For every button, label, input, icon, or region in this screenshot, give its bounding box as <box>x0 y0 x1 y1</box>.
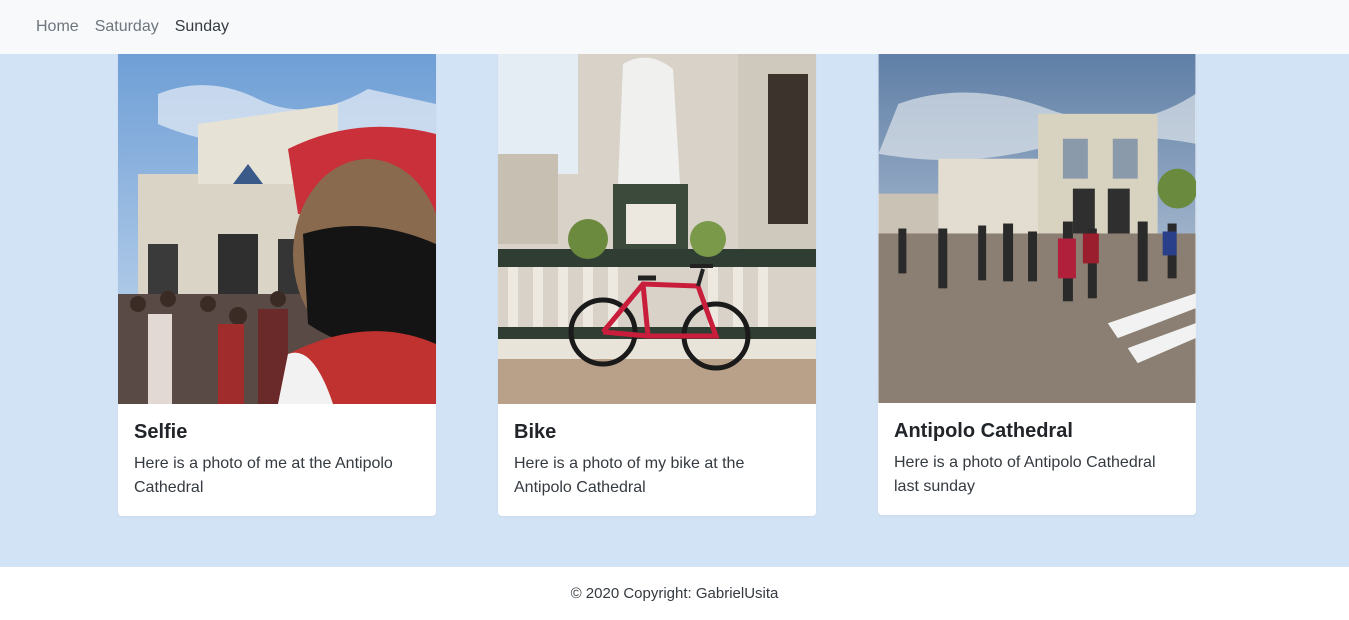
card-body: Bike Here is a photo of my bike at the A… <box>498 404 816 516</box>
card-text: Here is a photo of Antipolo Cathedral la… <box>894 454 1156 495</box>
card-text: Here is a photo of me at the Antipolo Ca… <box>134 455 393 496</box>
navbar: Home Saturday Sunday <box>0 0 1349 54</box>
card-body: Selfie Here is a photo of me at the Anti… <box>118 404 436 516</box>
card-text: Here is a photo of my bike at the Antipo… <box>514 455 745 496</box>
nav-home-link[interactable]: Home <box>36 18 79 36</box>
cathedral-photo <box>878 54 1196 403</box>
card-bike: Bike Here is a photo of my bike at the A… <box>498 54 816 516</box>
card-section: Selfie Here is a photo of me at the Anti… <box>0 54 1349 567</box>
nav-sunday-link[interactable]: Sunday <box>175 18 229 36</box>
nav-saturday-link[interactable]: Saturday <box>95 18 159 36</box>
card-title: Selfie <box>134 421 188 443</box>
card-title: Antipolo Cathedral <box>894 420 1073 442</box>
footer: © 2020 Copyright: GabrielUsita <box>0 567 1349 620</box>
card-selfie: Selfie Here is a photo of me at the Anti… <box>118 54 436 516</box>
card-body: Antipolo Cathedral Here is a photo of An… <box>878 403 1196 515</box>
selfie-photo <box>118 54 436 404</box>
card-antipolo-cathedral: Antipolo Cathedral Here is a photo of An… <box>878 54 1196 515</box>
bike-photo <box>498 54 816 404</box>
card-title: Bike <box>514 421 557 443</box>
copyright-text: © 2020 Copyright: GabrielUsita <box>570 585 779 602</box>
